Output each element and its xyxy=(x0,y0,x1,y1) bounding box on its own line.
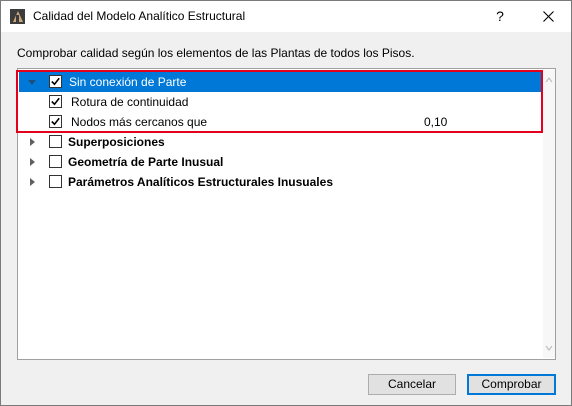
tree-item-geometria[interactable]: Geometría de Parte Inusual xyxy=(19,152,543,172)
instruction-text: Comprobar calidad según los elementos de… xyxy=(17,46,415,60)
checkbox-superposiciones[interactable] xyxy=(49,135,62,148)
checkbox-rotura[interactable] xyxy=(49,95,62,108)
tree-item-rotura[interactable]: Rotura de continuidad xyxy=(19,92,543,112)
check-tree: Sin conexión de Parte Rotura de continui… xyxy=(17,68,556,360)
distance-value-field[interactable]: 0,10 xyxy=(424,115,447,129)
check-button[interactable]: Comprobar xyxy=(467,374,556,395)
checkmark-icon xyxy=(51,97,60,106)
checkbox-sin-conexion[interactable] xyxy=(49,75,62,88)
scroll-up-icon[interactable] xyxy=(545,76,553,84)
tree-item-superposiciones[interactable]: Superposiciones xyxy=(19,132,543,152)
collapse-arrow-icon[interactable] xyxy=(27,77,37,87)
expand-arrow-icon[interactable] xyxy=(27,177,37,187)
scroll-down-icon[interactable] xyxy=(545,344,553,352)
tree-item-label: Geometría de Parte Inusual xyxy=(68,155,224,169)
app-logo-icon xyxy=(10,9,25,24)
close-icon xyxy=(543,11,554,22)
title-bar: Calidad del Modelo Analítico Estructural… xyxy=(1,1,571,32)
vertical-scrollbar[interactable] xyxy=(543,70,555,358)
dialog-window: Calidad del Modelo Analítico Estructural… xyxy=(0,0,572,406)
close-button[interactable] xyxy=(537,5,561,27)
tree-item-sin-conexion[interactable]: Sin conexión de Parte xyxy=(19,72,543,92)
window-title: Calidad del Modelo Analítico Estructural xyxy=(33,9,246,23)
help-button[interactable]: ? xyxy=(489,5,511,27)
tree-item-label: Sin conexión de Parte xyxy=(69,75,187,89)
checkbox-parametros[interactable] xyxy=(49,175,62,188)
checkbox-geometria[interactable] xyxy=(49,155,62,168)
checkmark-icon xyxy=(51,117,60,126)
expand-arrow-icon[interactable] xyxy=(27,157,37,167)
tree-item-label: Nodos más cercanos que xyxy=(71,115,208,129)
tree-item-label: Rotura de continuidad xyxy=(71,95,189,109)
checkmark-icon xyxy=(51,77,60,86)
tree-item-nodos[interactable]: Nodos más cercanos que 0,10 xyxy=(19,112,543,132)
tree-item-parametros[interactable]: Parámetros Analíticos Estructurales Inus… xyxy=(19,172,543,192)
checkbox-nodos[interactable] xyxy=(49,115,62,128)
expand-arrow-icon[interactable] xyxy=(27,137,37,147)
tree-item-label: Superposiciones xyxy=(68,135,165,149)
cancel-button[interactable]: Cancelar xyxy=(368,374,456,395)
tree-item-label: Parámetros Analíticos Estructurales Inus… xyxy=(68,175,333,189)
